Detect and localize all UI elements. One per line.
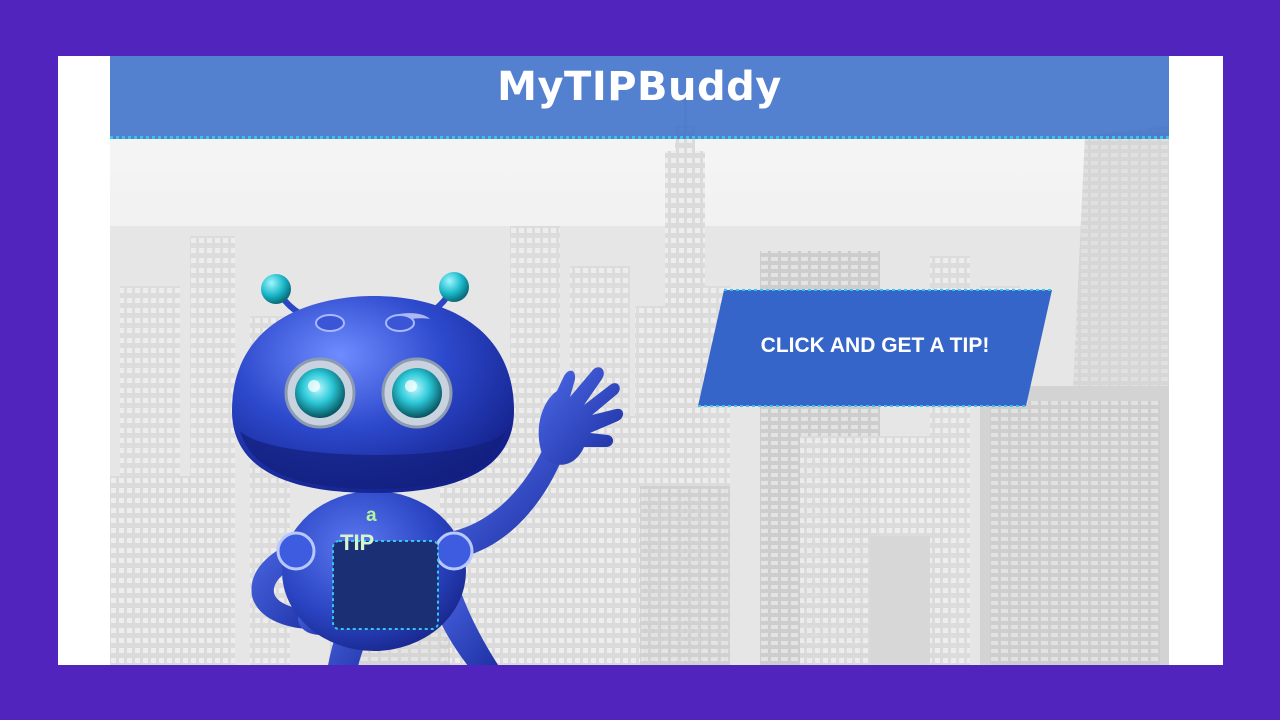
get-tip-button[interactable]: CLICK AND GET A TIP! [696, 288, 1054, 408]
chest-screen-small-text: a [366, 505, 377, 526]
robot-mascot-icon [232, 272, 624, 665]
slide-frame: MyTIPBuddy CLICK AND GET A TIP! a TIP [58, 56, 1223, 665]
get-tip-button-label: CLICK AND GET A TIP! [760, 334, 990, 357]
stage: MyTIPBuddy CLICK AND GET A TIP! a TIP [110, 56, 1169, 665]
chest-screen-large-text: TIP [340, 530, 375, 555]
app-title: MyTIPBuddy [497, 64, 782, 110]
app-header: MyTIPBuddy [110, 56, 1169, 139]
